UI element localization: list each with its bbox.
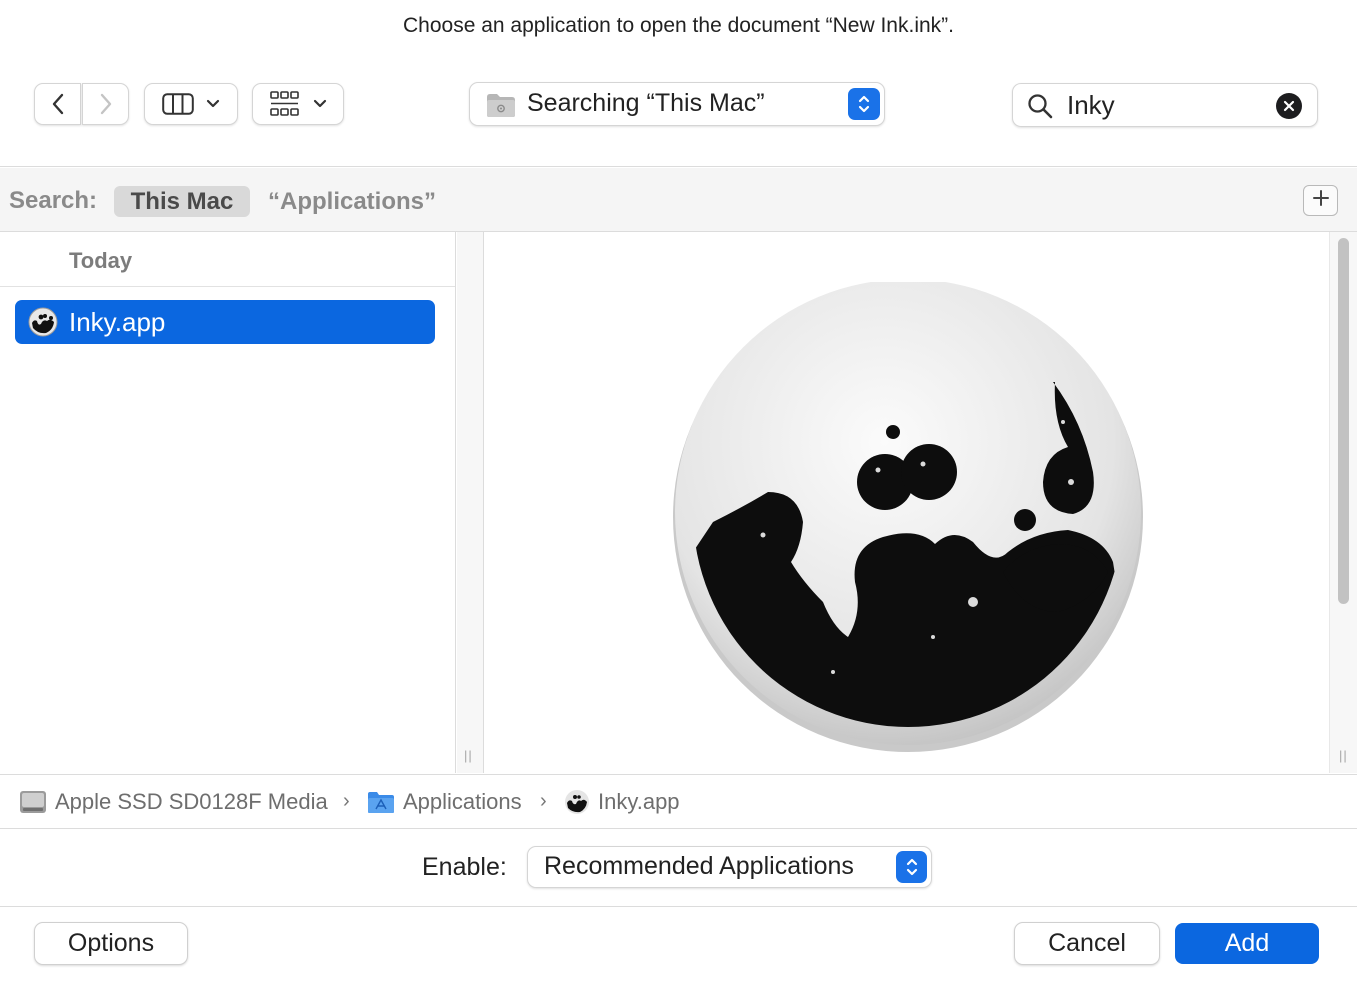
scope-applications-button[interactable]: “Applications” <box>268 186 436 217</box>
view-mode-button[interactable] <box>144 83 238 125</box>
resize-grip-icon: || <box>464 748 473 763</box>
cancel-button[interactable]: Cancel <box>1014 922 1160 965</box>
options-button[interactable]: Options <box>34 922 188 965</box>
footer-divider <box>0 906 1357 907</box>
list-item[interactable]: Inky.app <box>15 300 435 344</box>
path-crumb[interactable]: Applications <box>403 789 522 815</box>
group-header: Today <box>0 232 455 287</box>
search-input[interactable]: Inky <box>1067 90 1115 121</box>
inky-app-icon <box>673 282 1143 752</box>
resize-grip-icon: || <box>1339 748 1348 763</box>
path-crumb[interactable]: Apple SSD SD0128F Media <box>55 789 328 815</box>
chevron-down-icon <box>313 99 327 109</box>
inky-app-icon <box>564 789 590 820</box>
updown-stepper-icon <box>896 851 927 883</box>
enable-popup[interactable]: Recommended Applications <box>527 846 932 888</box>
updown-stepper-icon <box>848 88 880 120</box>
chevron-down-icon <box>206 99 220 109</box>
path-crumb[interactable]: Inky.app <box>598 789 680 815</box>
clear-icon[interactable] <box>1276 93 1302 119</box>
scope-this-mac-button[interactable]: This Mac <box>114 186 250 217</box>
add-criteria-button[interactable] <box>1303 185 1338 216</box>
list-item-name: Inky.app <box>69 307 166 337</box>
scrollbar-thumb[interactable] <box>1338 238 1349 604</box>
back-button[interactable] <box>34 83 81 125</box>
preview-pane <box>485 232 1328 773</box>
path-bar: Apple SSD SD0128F Media › Applications ›… <box>0 774 1357 829</box>
results-list[interactable]: Today Inky.app <box>0 232 456 773</box>
hard-drive-icon <box>19 789 47 820</box>
dialog-prompt: Choose an application to open the docume… <box>403 14 954 37</box>
scope-label: Search: <box>9 187 98 214</box>
vertical-scrollbar[interactable]: || <box>1329 232 1357 773</box>
chevron-right-icon: › <box>540 790 547 812</box>
applications-folder-icon <box>367 789 395 820</box>
location-label: Searching “This Mac” <box>527 89 765 117</box>
chevron-right-icon <box>99 93 113 115</box>
grid-view-icon <box>269 91 299 117</box>
inky-app-icon <box>28 307 58 342</box>
column-view-icon <box>162 93 194 115</box>
add-button[interactable]: Add <box>1175 923 1319 964</box>
group-header-label: Today <box>69 248 133 273</box>
chevron-right-icon: › <box>343 790 350 812</box>
chevron-left-icon <box>51 93 65 115</box>
enable-value: Recommended Applications <box>544 852 854 880</box>
forward-button[interactable] <box>82 83 129 125</box>
group-mode-button[interactable] <box>252 83 344 125</box>
plus-icon <box>1312 189 1330 212</box>
folder-icon <box>486 92 516 123</box>
location-popup[interactable]: Searching “This Mac” <box>469 82 885 126</box>
column-resizer[interactable]: || <box>457 232 484 773</box>
search-field[interactable]: Inky <box>1012 83 1318 127</box>
enable-label: Enable: <box>422 853 507 881</box>
search-icon <box>1027 93 1053 124</box>
toolbar-divider <box>0 166 1357 167</box>
